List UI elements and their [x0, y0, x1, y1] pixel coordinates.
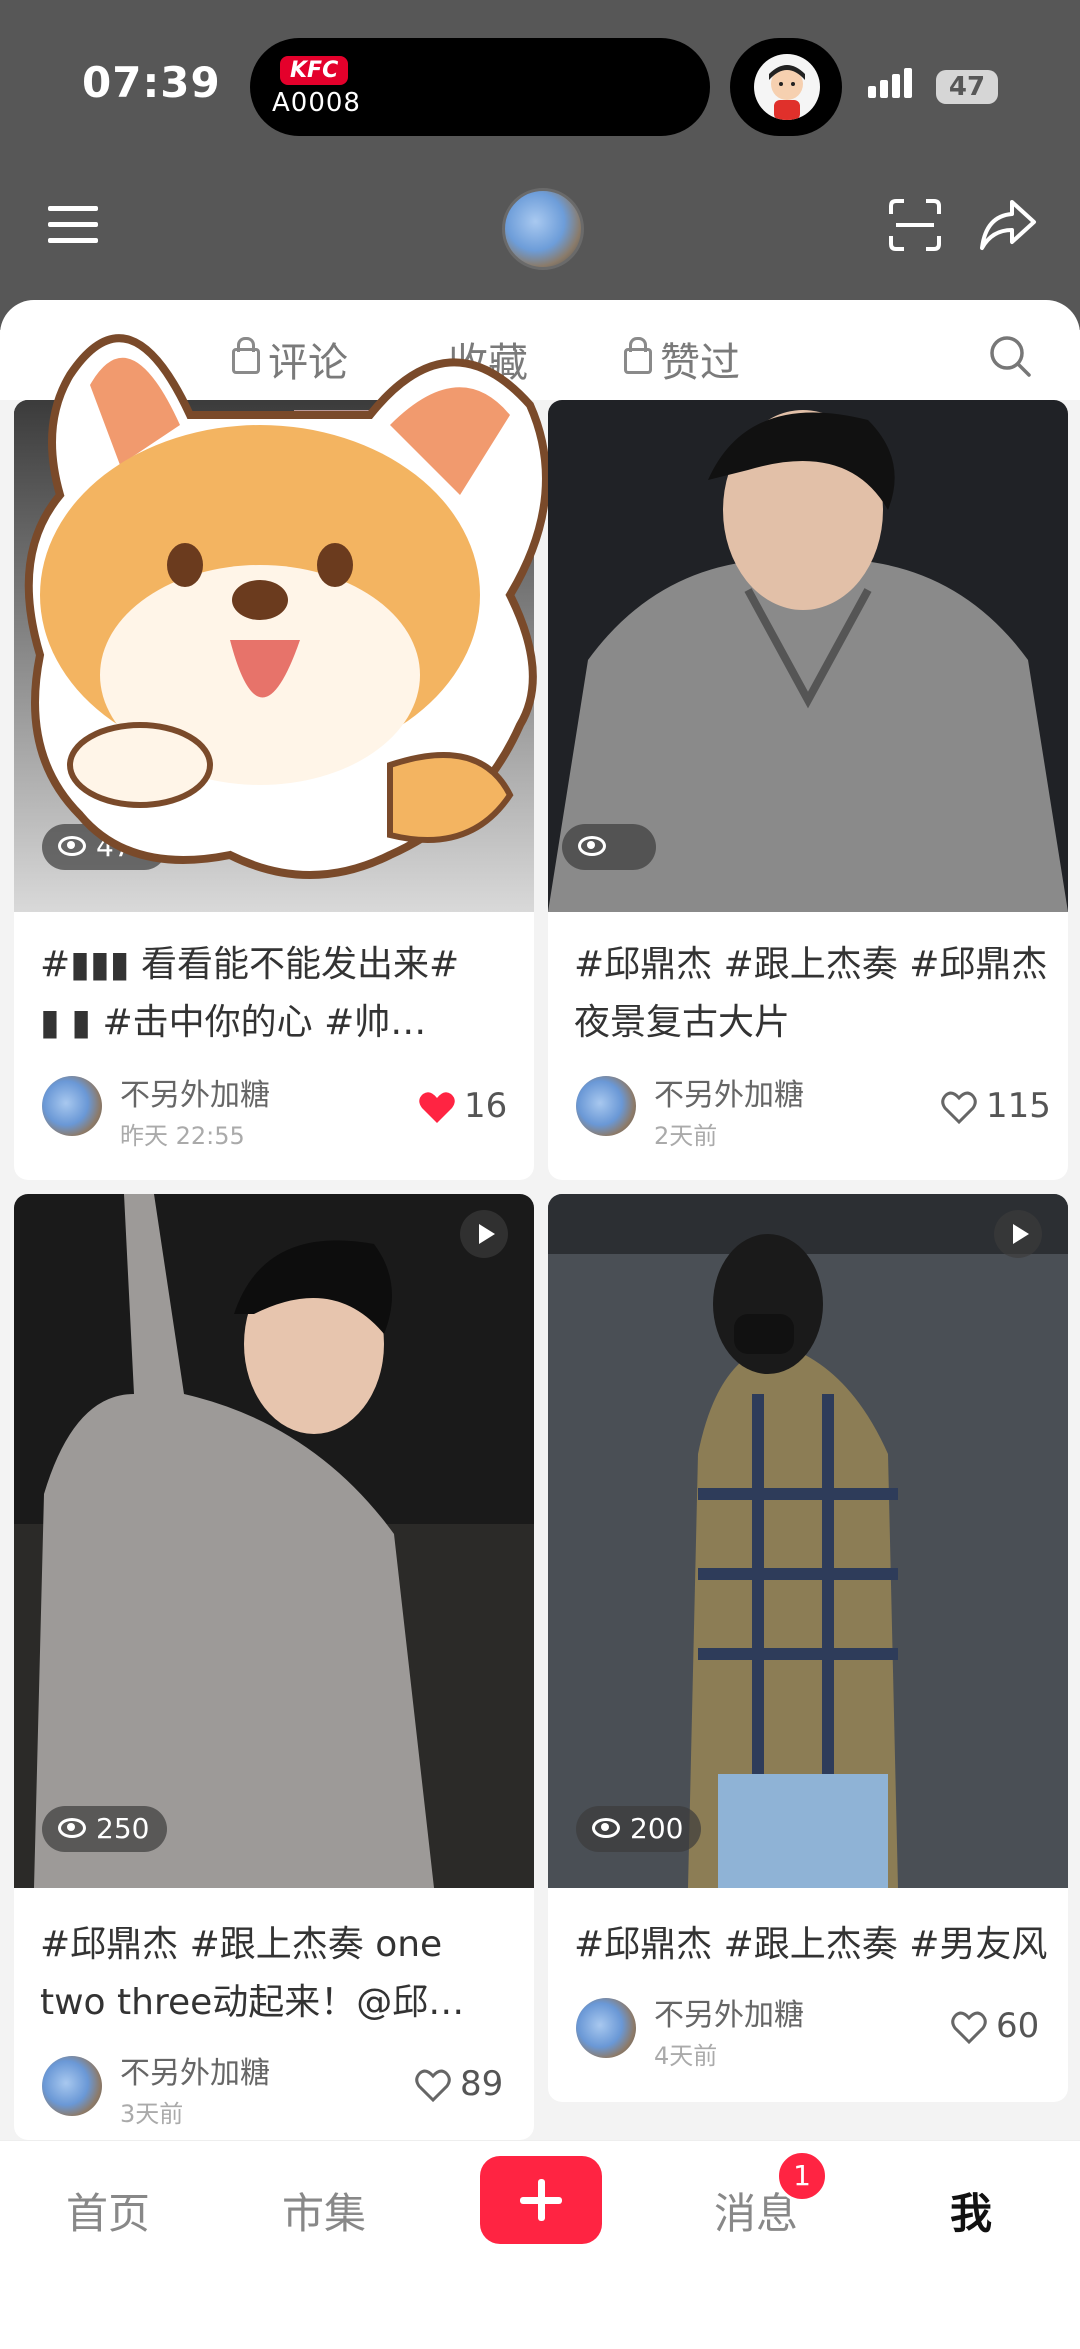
nav-home[interactable]: 首页: [66, 2180, 150, 2241]
menu-icon[interactable]: [46, 200, 102, 250]
post-title-line2: 夜景复古大片: [574, 1002, 791, 1043]
dynamic-island-avatar[interactable]: [730, 38, 842, 136]
view-count-badge: 250: [42, 1806, 168, 1852]
author-name[interactable]: 不另外加糖: [654, 1990, 804, 2034]
post-time: 2天前: [654, 1122, 718, 1150]
create-post-button[interactable]: [480, 2156, 602, 2244]
search-icon[interactable]: [988, 334, 1032, 378]
signal-icon: [868, 68, 916, 98]
post-title: #邱鼎杰 #跟上杰奏 one: [40, 1924, 443, 1965]
video-play-icon: [994, 1210, 1042, 1258]
order-code: A0008: [272, 88, 361, 118]
post-cover-image: [14, 1194, 534, 1888]
kfc-logo: KFC: [280, 56, 349, 85]
tab-liked[interactable]: 赞过: [624, 330, 740, 388]
post-cover-image: [548, 1194, 1068, 1888]
nav-me[interactable]: 我: [950, 2180, 992, 2241]
post-card[interactable]: 250 #邱鼎杰 #跟上杰奏 one two three动起来！@邱… 不另外加…: [14, 1194, 534, 2140]
post-time: 3天前: [120, 2100, 184, 2128]
battery-icon: 47: [936, 70, 998, 104]
scan-icon[interactable]: [888, 198, 942, 252]
heart-outline-icon: [941, 1091, 977, 1124]
author-avatar[interactable]: [576, 1998, 636, 2058]
post-title: #▮▮▮ 看看能不能发出来#: [40, 944, 460, 985]
nav-market[interactable]: 市集: [282, 2180, 366, 2241]
post-title: #邱鼎杰 #跟上杰奏 #邱鼎杰: [574, 944, 1048, 985]
video-play-icon: [460, 1210, 508, 1258]
author-avatar[interactable]: [576, 1076, 636, 1136]
messages-badge: 1: [776, 2150, 828, 2202]
eye-icon: [58, 1818, 86, 1838]
post-time: 昨天 22:55: [120, 1122, 245, 1150]
profile-avatar[interactable]: [502, 188, 584, 270]
cartoon-avatar-icon: [754, 54, 820, 120]
lock-icon: [624, 337, 652, 374]
eye-icon: [578, 836, 606, 856]
like-button[interactable]: 60: [950, 2006, 1039, 2046]
heart-outline-icon: [415, 2069, 451, 2102]
post-card[interactable]: #邱鼎杰 #跟上杰奏 #邱鼎杰 夜景复古大片 不另外加糖 2天前 115: [548, 400, 1068, 1180]
post-title-line2: ▮ ▮ #击中你的心 #帅…: [40, 1002, 427, 1043]
like-button[interactable]: 16: [418, 1086, 507, 1126]
post-time: 4天前: [654, 2042, 718, 2070]
author-avatar[interactable]: [42, 2056, 102, 2116]
status-time: 07:39: [82, 58, 221, 107]
post-title: #邱鼎杰 #跟上杰奏 #男友风: [574, 1924, 1048, 1965]
corgi-sticker-icon: [24, 334, 550, 879]
eye-icon: [592, 1818, 620, 1838]
dynamic-island[interactable]: KFC A0008: [250, 38, 710, 136]
like-button[interactable]: 89: [414, 2064, 503, 2104]
view-count-badge: [562, 824, 656, 870]
author-name[interactable]: 不另外加糖: [120, 2048, 270, 2092]
share-icon[interactable]: [978, 196, 1038, 252]
heart-filled-icon: [419, 1091, 455, 1123]
heart-outline-icon: [951, 2011, 987, 2044]
author-name[interactable]: 不另外加糖: [120, 1070, 270, 1114]
author-name[interactable]: 不另外加糖: [654, 1070, 804, 1114]
view-count-badge: 200: [576, 1806, 702, 1852]
like-button[interactable]: 115: [940, 1086, 1051, 1126]
post-title-line2: two three动起来！@邱…: [40, 1982, 465, 2023]
author-avatar[interactable]: [42, 1076, 102, 1136]
post-card[interactable]: 200 #邱鼎杰 #跟上杰奏 #男友风 不另外加糖 4天前 60: [548, 1194, 1068, 2102]
